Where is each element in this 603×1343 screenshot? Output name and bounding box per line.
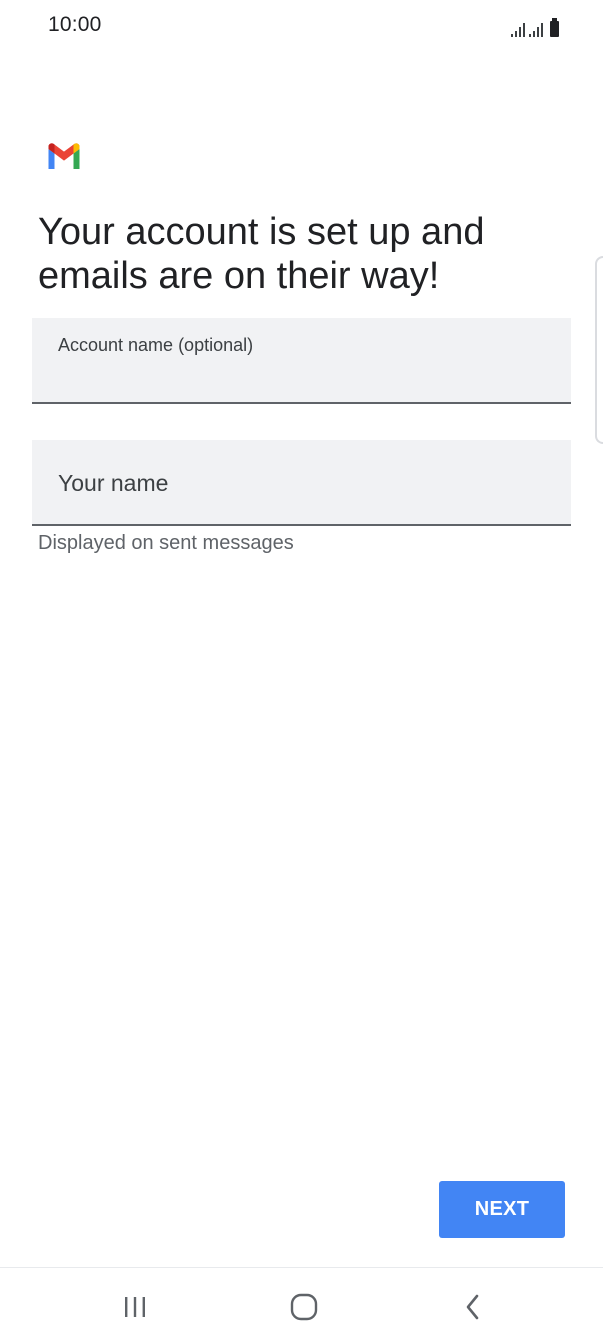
navigation-bar: [0, 1267, 603, 1343]
page-title: Your account is set up and emails are on…: [38, 211, 485, 297]
home-icon[interactable]: [284, 1292, 324, 1322]
next-button[interactable]: NEXT: [439, 1181, 565, 1238]
status-time: 10:00: [48, 13, 102, 36]
signal-icon-2: [529, 21, 543, 37]
your-name-field[interactable]: Your name: [32, 440, 571, 526]
account-name-field[interactable]: Account name (optional): [32, 318, 571, 404]
your-name-placeholder: Your name: [58, 470, 169, 496]
recents-icon[interactable]: [115, 1292, 155, 1322]
battery-icon: [550, 18, 559, 37]
scroll-edge-indicator: [595, 256, 603, 444]
account-name-label: Account name (optional): [58, 335, 254, 355]
signal-icon: [511, 21, 525, 37]
status-bar: 10:00: [0, 0, 603, 54]
back-icon[interactable]: [453, 1292, 493, 1322]
gmail-logo-icon: [46, 143, 82, 169]
status-icons: [511, 15, 559, 37]
your-name-helper-text: Displayed on sent messages: [38, 532, 294, 554]
